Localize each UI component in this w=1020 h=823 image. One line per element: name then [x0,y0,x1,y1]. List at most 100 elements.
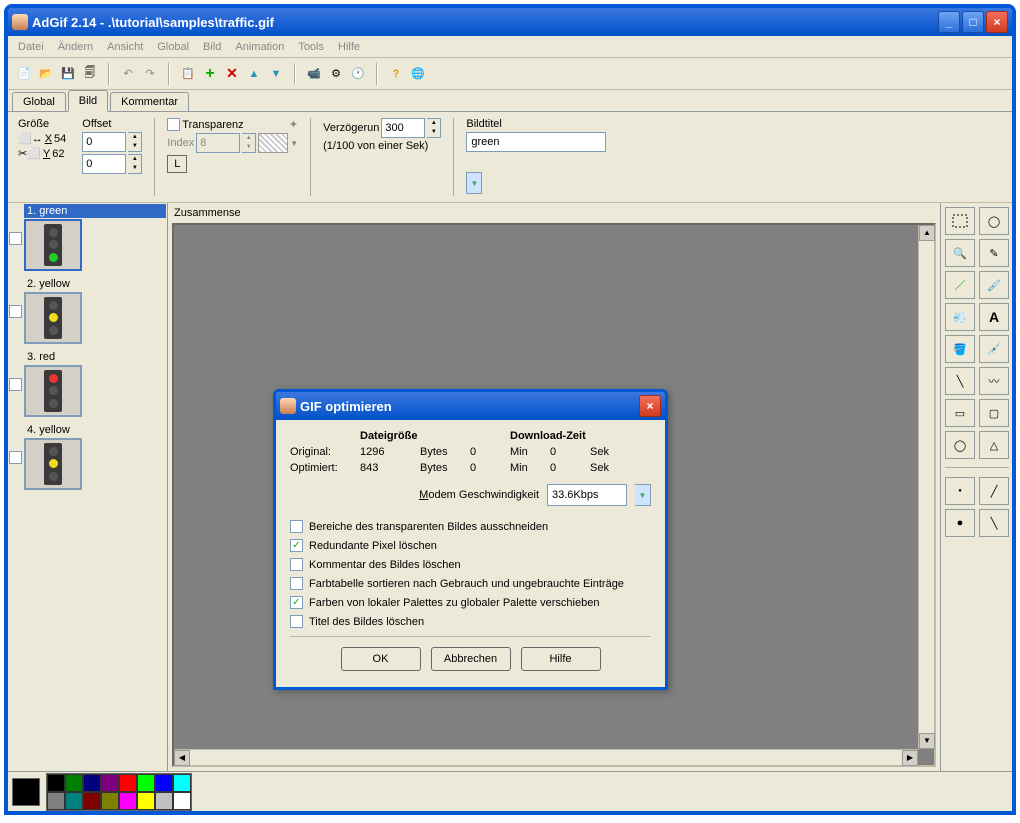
frame-checkbox[interactable] [9,232,22,245]
color-swatch[interactable] [173,792,191,810]
minimize-button[interactable]: _ [938,11,960,33]
frame-thumbnail[interactable] [24,292,82,344]
pattern-swatch[interactable] [258,133,288,153]
rect-tool[interactable]: ▭ [945,399,975,427]
eyedropper-tool[interactable]: 💉 [979,335,1009,363]
offset-x-input[interactable]: 0 [82,132,126,152]
color-swatch[interactable] [137,792,155,810]
menu-hilfe[interactable]: Hilfe [332,39,366,55]
transparenz-checkbox[interactable] [167,118,180,131]
save-all-icon[interactable]: 🗐 [80,64,100,84]
offset-x-spinner[interactable]: ▲▼ [128,132,142,152]
menu-global[interactable]: Global [151,39,195,55]
delay-spinner[interactable]: ▲▼ [427,118,441,138]
vertical-scrollbar[interactable]: ▲ ▼ [918,225,934,749]
color-swatch[interactable] [65,792,83,810]
frame-item[interactable]: 2. yellow [8,276,167,349]
option-checkbox[interactable]: ✓ [290,596,303,609]
title-input[interactable]: green [466,132,606,152]
option-checkbox[interactable] [290,558,303,571]
web-icon[interactable]: 🌐 [408,64,428,84]
add-icon[interactable]: + [200,64,220,84]
resize-icon[interactable]: ⬜↔ [18,132,43,145]
move-down-icon[interactable]: ▼ [266,64,286,84]
delete-icon[interactable]: ✕ [222,64,242,84]
frame-item[interactable]: 1. green [8,203,167,276]
offset-y-spinner[interactable]: ▲▼ [128,154,142,174]
color-swatch[interactable] [83,792,101,810]
delay-input[interactable]: 300 [381,118,425,138]
modem-dropdown-arrow[interactable]: ▼ [635,484,651,506]
menu-animation[interactable]: Animation [229,39,290,55]
frame-thumbnail[interactable] [24,365,82,417]
redo-icon[interactable]: ↷ [140,64,160,84]
insert-icon[interactable]: 📋 [178,64,198,84]
color-swatch[interactable] [119,792,137,810]
foreground-swatch[interactable] [12,778,40,806]
menu-ansicht[interactable]: Ansicht [101,39,149,55]
crop-icon[interactable]: ✂⬜ [18,147,41,160]
camera-icon[interactable]: 📹 [304,64,324,84]
option-checkbox[interactable] [290,520,303,533]
dialog-close-button[interactable]: × [639,395,661,417]
frame-label[interactable]: 2. yellow [24,277,166,291]
load-button[interactable]: L [167,155,187,173]
frame-label[interactable]: 3. red [24,350,166,364]
menu-aendern[interactable]: Ändern [52,39,99,55]
ellipse-tool[interactable]: ◯ [945,431,975,459]
rounded-rect-tool[interactable]: ▢ [979,399,1009,427]
gear-icon[interactable]: ⚙ [326,64,346,84]
clock-icon[interactable]: 🕐 [348,64,368,84]
ok-button[interactable]: OK [341,647,421,671]
frame-thumbnail[interactable] [24,219,82,271]
help-button[interactable]: Hilfe [521,647,601,671]
frame-label[interactable]: 1. green [24,204,166,218]
menu-bild[interactable]: Bild [197,39,227,55]
color-swatch[interactable] [101,792,119,810]
option-checkbox[interactable] [290,577,303,590]
zoom-tool[interactable]: 🔍 [945,239,975,267]
color-swatch[interactable] [101,774,119,792]
spray-tool[interactable]: 💨 [945,303,975,331]
close-button[interactable]: × [986,11,1008,33]
color-swatch[interactable] [173,774,191,792]
option-checkbox[interactable] [290,615,303,628]
tab-global[interactable]: Global [12,92,66,111]
straight-line-tool[interactable]: ╲ [945,367,975,395]
modem-speed-select[interactable]: 33.6Kbps [547,484,627,506]
frame-checkbox[interactable] [9,451,22,464]
color-swatch[interactable] [155,774,173,792]
curve-tool[interactable]: 〰 [979,367,1009,395]
save-icon[interactable]: 💾 [58,64,78,84]
tab-bild[interactable]: Bild [68,90,108,112]
wand-icon[interactable]: ✦ [289,118,298,131]
select-rect-tool[interactable] [945,207,975,235]
color-swatch[interactable] [137,774,155,792]
dot-small-tool[interactable]: ● [945,477,975,505]
line-tool[interactable]: ／ [945,271,975,299]
move-up-icon[interactable]: ▲ [244,64,264,84]
new-icon[interactable]: 📄 [14,64,34,84]
pencil-tool[interactable]: ✎ [979,239,1009,267]
frame-item[interactable]: 4. yellow [8,422,167,495]
frame-checkbox[interactable] [9,378,22,391]
bucket-tool[interactable]: 🪣 [945,335,975,363]
select-free-tool[interactable]: ◯ [979,207,1009,235]
color-swatch[interactable] [119,774,137,792]
open-icon[interactable]: 📂 [36,64,56,84]
polygon-tool[interactable]: △ [979,431,1009,459]
horizontal-scrollbar[interactable]: ◀ ▶ [174,749,918,765]
menu-datei[interactable]: Datei [12,39,50,55]
color-swatch[interactable] [47,774,65,792]
brush-tool[interactable]: 🖌 [979,271,1009,299]
dot-backslash-tool[interactable]: ╲ [979,509,1009,537]
cancel-button[interactable]: Abbrechen [431,647,511,671]
frame-item[interactable]: 3. red [8,349,167,422]
undo-icon[interactable]: ↶ [118,64,138,84]
color-swatch[interactable] [155,792,173,810]
color-swatch[interactable] [65,774,83,792]
help-icon[interactable]: ? [386,64,406,84]
offset-y-input[interactable]: 0 [82,154,126,174]
disposal-dropdown[interactable]: ▼ [466,172,482,194]
menu-tools[interactable]: Tools [292,39,330,55]
